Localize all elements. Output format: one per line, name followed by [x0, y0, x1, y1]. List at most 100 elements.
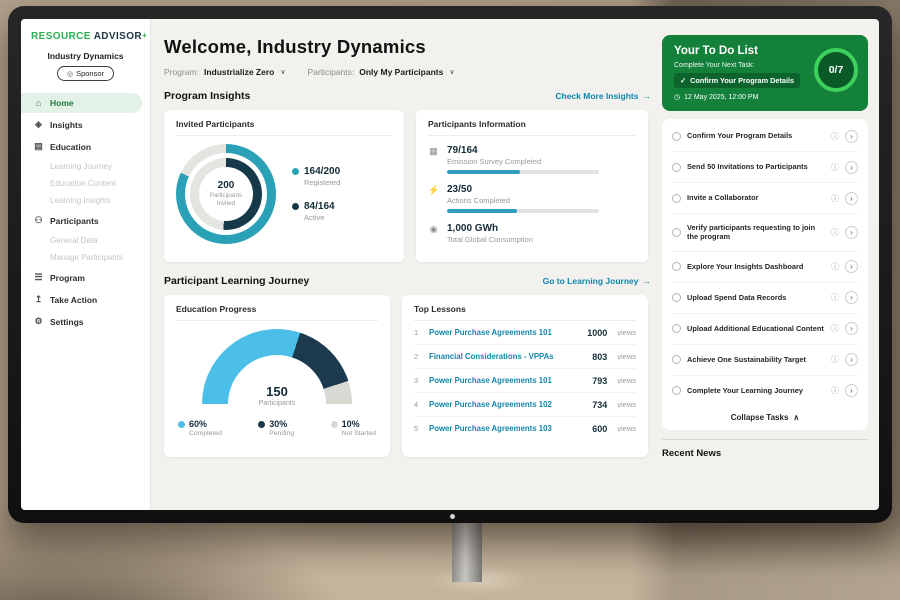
lesson-title-link[interactable]: Financial Considerations - VPPAs: [429, 352, 585, 361]
task-checkbox[interactable]: [672, 194, 681, 203]
participants-filter[interactable]: Participants: Only My Participants ∨: [307, 67, 454, 77]
lesson-views-suffix: views: [617, 352, 636, 361]
chevron-right-icon[interactable]: ›: [845, 260, 858, 273]
next-task-chip[interactable]: ✓ Confirm Your Program Details: [674, 73, 800, 88]
chevron-right-icon[interactable]: ›: [845, 291, 858, 304]
chevron-right-icon[interactable]: ›: [845, 161, 858, 174]
sidebar-item-education[interactable]: ▤ Education: [21, 136, 142, 157]
chevron-right-icon[interactable]: ›: [845, 226, 858, 239]
lesson-row-4[interactable]: 4 Power Purchase Agreements 102 734 view…: [414, 393, 636, 417]
sponsor-badge: ◎ Sponsor: [57, 66, 114, 81]
sidebar-item-program[interactable]: ☰ Program: [21, 267, 142, 288]
task-label: Invite a Collaborator: [687, 193, 825, 203]
pending-dot: [258, 421, 265, 428]
legend-item-completed: 60% Completed: [178, 419, 222, 437]
task-row-8[interactable]: Achieve One Sustainability Target ⓘ ›: [672, 345, 858, 376]
actions-completed-label: Actions Completed: [447, 196, 599, 205]
education-gauge-center: 150 Participants: [202, 384, 352, 407]
power-led: [450, 514, 455, 519]
invited-donut-center: 200 Participants Invited: [199, 167, 253, 221]
filters-bar: Program: Industrialize Zero ∨ Participan…: [164, 67, 651, 77]
task-checkbox[interactable]: [672, 355, 681, 364]
task-row-3[interactable]: Invite a Collaborator ⓘ ›: [672, 183, 858, 214]
registered-value: 164/200: [304, 166, 340, 177]
program-filter-value: Industrialize Zero: [204, 67, 274, 77]
sidebar-item-label: Education: [50, 142, 91, 152]
next-task-time-label: 12 May 2025, 12:00 PM: [684, 94, 758, 101]
take-action-icon: ↥: [33, 294, 44, 305]
lesson-views-suffix: views: [617, 328, 636, 337]
emission-survey-row: ▦ 79/164 Emission Survey Completed: [428, 145, 636, 174]
sidebar-item-general-data[interactable]: General Data: [21, 232, 150, 249]
arrow-right-icon: →: [643, 276, 652, 286]
sidebar-nav: ⌂ Home ◈ Insights ▤ Education Learning J…: [21, 93, 150, 332]
collapse-tasks-link[interactable]: Collapse Tasks ∧: [672, 406, 858, 428]
task-row-5[interactable]: Explore Your Insights Dashboard ⓘ ›: [672, 252, 858, 283]
lesson-title-link[interactable]: Power Purchase Agreements 103: [429, 424, 585, 433]
sidebar: RESOURCE ADVISOR+ Industry Dynamics ◎ Sp…: [21, 19, 151, 510]
sidebar-item-take-action[interactable]: ↥ Take Action: [21, 289, 142, 310]
task-checkbox[interactable]: [672, 132, 681, 141]
sidebar-item-home[interactable]: ⌂ Home: [21, 93, 142, 113]
brand-plus: +: [142, 31, 147, 40]
sidebar-item-learning-journey[interactable]: Learning Journey: [21, 158, 150, 175]
task-checkbox[interactable]: [672, 163, 681, 172]
go-to-learning-journey-link[interactable]: Go to Learning Journey →: [543, 276, 651, 286]
program-filter[interactable]: Program: Industrialize Zero ∨: [164, 67, 285, 77]
sidebar-item-participants[interactable]: ⚇ Participants: [21, 210, 142, 231]
lesson-row-5[interactable]: 5 Power Purchase Agreements 103 600 view…: [414, 417, 636, 440]
lesson-title-link[interactable]: Power Purchase Agreements 102: [429, 400, 585, 409]
chevron-right-icon[interactable]: ›: [845, 384, 858, 397]
brand-resource: RESOURCE: [31, 31, 91, 42]
task-checkbox[interactable]: [672, 262, 681, 271]
task-checkbox[interactable]: [672, 386, 681, 395]
home-icon: ⌂: [33, 98, 44, 108]
chevron-right-icon[interactable]: ›: [845, 353, 858, 366]
info-icon[interactable]: ⓘ: [831, 162, 839, 173]
lesson-row-2[interactable]: 2 Financial Considerations - VPPAs 803 v…: [414, 345, 636, 369]
recent-news-heading: Recent News: [662, 439, 868, 459]
task-row-1[interactable]: Confirm Your Program Details ⓘ ›: [672, 121, 858, 152]
info-icon[interactable]: ⓘ: [831, 193, 839, 204]
task-row-7[interactable]: Upload Additional Educational Content ⓘ …: [672, 314, 858, 345]
screen: RESOURCE ADVISOR+ Industry Dynamics ◎ Sp…: [21, 19, 879, 510]
task-checkbox[interactable]: [672, 324, 681, 333]
info-icon[interactable]: ⓘ: [831, 131, 839, 142]
lesson-title-link[interactable]: Power Purchase Agreements 101: [429, 328, 580, 337]
info-icon[interactable]: ⓘ: [831, 354, 839, 365]
emission-survey-label: Emission Survey Completed: [447, 157, 599, 166]
emission-survey-value: 79/164: [447, 145, 599, 156]
lesson-row-3[interactable]: 3 Power Purchase Agreements 101 793 view…: [414, 369, 636, 393]
page-title: Welcome, Industry Dynamics: [164, 36, 651, 58]
lesson-views: 793: [592, 376, 607, 386]
learning-journey-heading: Participant Learning Journey: [164, 275, 309, 287]
lesson-row-1[interactable]: 1 Power Purchase Agreements 101 1000 vie…: [414, 321, 636, 345]
check-more-insights-link[interactable]: Check More Insights →: [555, 91, 651, 101]
arrow-right-icon: →: [643, 91, 652, 101]
info-icon[interactable]: ⓘ: [831, 323, 839, 334]
info-icon[interactable]: ⓘ: [831, 227, 839, 238]
chevron-right-icon[interactable]: ›: [845, 322, 858, 335]
task-row-2[interactable]: Send 50 Invitations to Participants ⓘ ›: [672, 152, 858, 183]
lesson-title-link[interactable]: Power Purchase Agreements 101: [429, 376, 585, 385]
sidebar-item-settings[interactable]: ⚙ Settings: [21, 311, 142, 332]
info-icon[interactable]: ⓘ: [831, 385, 839, 396]
sidebar-item-education-content[interactable]: Education Content: [21, 175, 150, 192]
task-row-9[interactable]: Complete Your Learning Journey ⓘ ›: [672, 376, 858, 406]
chevron-right-icon[interactable]: ›: [845, 130, 858, 143]
task-checkbox[interactable]: [672, 228, 681, 237]
sidebar-item-manage-participants[interactable]: Manage Participants: [21, 249, 150, 266]
task-label: Confirm Your Program Details: [687, 131, 825, 141]
org-name: Industry Dynamics: [21, 51, 150, 61]
sidebar-item-label: Participants: [50, 216, 99, 226]
task-list-card: Confirm Your Program Details ⓘ › Send 50…: [662, 119, 868, 430]
info-icon[interactable]: ⓘ: [831, 261, 839, 272]
sidebar-item-learning-insights[interactable]: Learning Insights: [21, 192, 150, 209]
sidebar-item-insights[interactable]: ◈ Insights: [21, 114, 142, 135]
chevron-right-icon[interactable]: ›: [845, 192, 858, 205]
task-checkbox[interactable]: [672, 293, 681, 302]
task-row-4[interactable]: Verify participants requesting to join t…: [672, 214, 858, 252]
task-row-6[interactable]: Upload Spend Data Records ⓘ ›: [672, 283, 858, 314]
info-icon[interactable]: ⓘ: [831, 292, 839, 303]
legend-item-not-started: 10% Not Started: [331, 419, 376, 437]
